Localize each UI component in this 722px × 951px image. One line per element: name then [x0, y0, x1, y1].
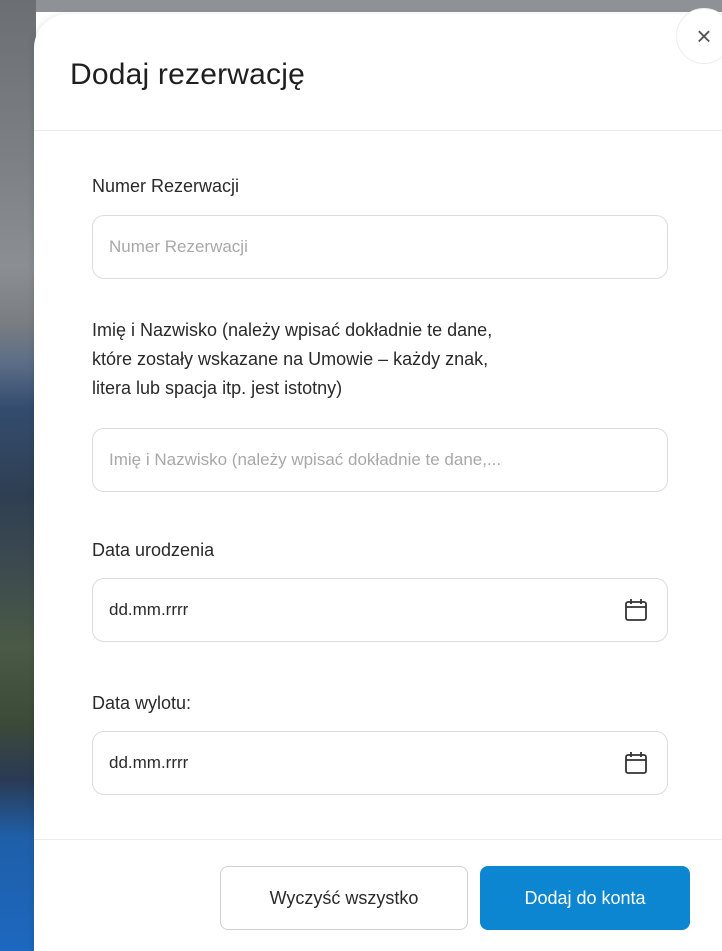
reservation-number-input[interactable]: Numer Rezerwacji: [92, 215, 668, 279]
calendar-icon[interactable]: [623, 597, 649, 623]
departure-date-input[interactable]: dd.mm.rrrr: [92, 731, 668, 795]
full-name-label: Imię i Nazwisko (należy wpisać dokładnie…: [92, 316, 492, 403]
calendar-icon[interactable]: [623, 750, 649, 776]
birth-date-input[interactable]: dd.mm.rrrr: [92, 578, 668, 642]
add-reservation-modal: Dodaj rezerwację × Numer Rezerwacji Nume…: [34, 8, 722, 951]
departure-date-label: Data wylotu:: [92, 693, 192, 713]
add-to-account-button[interactable]: Dodaj do konta: [480, 866, 690, 930]
close-icon: ×: [696, 20, 712, 51]
reservation-number-label: Numer Rezerwacji: [92, 176, 240, 196]
full-name-input[interactable]: Imię i Nazwisko (należy wpisać dokładnie…: [92, 428, 668, 492]
background-image-strip: [0, 0, 36, 951]
birth-date-value: dd.mm.rrrr: [109, 600, 189, 619]
background-top-bar: [0, 0, 722, 12]
reservation-number-placeholder: Numer Rezerwacji: [109, 237, 248, 256]
full-name-label-line1: Imię i Nazwisko (należy wpisać dokładnie…: [92, 320, 493, 340]
modal-header: Dodaj rezerwację: [34, 14, 722, 131]
modal-title: Dodaj rezerwację: [70, 58, 305, 91]
full-name-label-line3: litera lub spacja itp. jest istotny): [92, 378, 343, 398]
birth-date-label: Data urodzenia: [92, 540, 215, 560]
full-name-label-line2: które zostały wskazane na Umowie – każdy…: [92, 349, 489, 369]
modal-footer-divider: [34, 839, 722, 840]
departure-date-value: dd.mm.rrrr: [109, 753, 189, 772]
full-name-placeholder: Imię i Nazwisko (należy wpisać dokładnie…: [109, 450, 502, 469]
clear-all-button[interactable]: Wyczyść wszystko: [220, 866, 468, 930]
